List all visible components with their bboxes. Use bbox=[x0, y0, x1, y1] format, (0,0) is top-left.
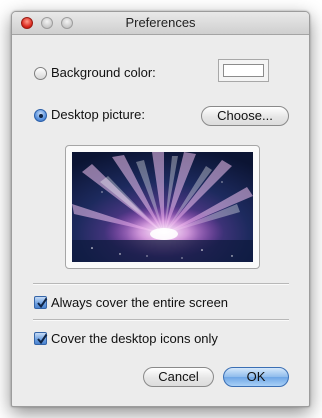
checkmark-icon bbox=[37, 333, 48, 345]
aurora-wallpaper-image bbox=[72, 152, 253, 262]
desktop-picture-label: Desktop picture: bbox=[51, 107, 145, 122]
checkmark-icon bbox=[37, 297, 48, 309]
cover-screen-checkbox[interactable] bbox=[34, 296, 48, 309]
preferences-window: Preferences Background color: Desktop pi… bbox=[11, 11, 310, 407]
cover-screen-label: Always cover the entire screen bbox=[51, 295, 229, 310]
title-bar[interactable]: Preferences bbox=[12, 12, 309, 35]
background-color-radio[interactable] bbox=[34, 67, 47, 80]
cancel-button[interactable]: Cancel bbox=[143, 367, 214, 387]
cover-icons-label: Cover the desktop icons only bbox=[51, 331, 218, 346]
choose-button[interactable]: Choose... bbox=[201, 106, 289, 126]
background-color-label: Background color: bbox=[51, 65, 156, 80]
cover-icons-checkbox[interactable] bbox=[34, 332, 48, 345]
separator bbox=[33, 319, 289, 321]
ok-button[interactable]: OK bbox=[223, 367, 289, 387]
desktop-picture-preview bbox=[65, 145, 260, 269]
background-color-well[interactable] bbox=[218, 59, 269, 82]
color-swatch bbox=[223, 64, 264, 77]
separator bbox=[33, 283, 289, 285]
desktop-picture-radio[interactable] bbox=[34, 109, 47, 122]
window-title: Preferences bbox=[125, 15, 196, 30]
